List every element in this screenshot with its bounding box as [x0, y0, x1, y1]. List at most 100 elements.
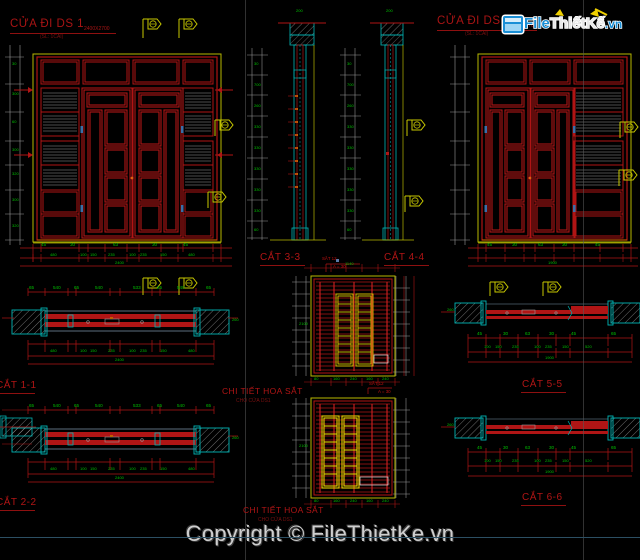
elevation-door-ds2 — [477, 53, 632, 244]
dim-cat66-b5: 235 — [545, 458, 552, 463]
label-detail-hoasat-2: CHI TIẾT HOA SẮT — [243, 505, 324, 515]
dim-cat22-b1: 480 — [50, 466, 57, 471]
dim-cat66-b1: 100 — [484, 458, 491, 463]
dim-cat55-t6: 65 — [611, 331, 617, 336]
dim-vert-c44-7: 330 — [347, 187, 354, 192]
dim-cat22-b6: 235 — [140, 466, 147, 471]
dim-cat22-total: 2400 — [115, 475, 124, 480]
dim-cat22-b2: 100 — [80, 466, 87, 471]
dim-detail2-b4: 160 — [366, 498, 373, 503]
dim-cat22-b3: 150 — [90, 466, 97, 471]
underline-cat11 — [0, 393, 35, 394]
dim-elev-right-1: 45 — [487, 242, 493, 247]
note-sat12-2-sub: A = 30 — [378, 389, 391, 394]
label-detail-hoasat-1: CHI TIẾT HOA SẮT — [222, 386, 303, 396]
dim-cat22-t7: 540 — [177, 403, 185, 408]
viewport-guide-left — [245, 0, 246, 560]
dim-cat22-t2: 540 — [53, 403, 61, 408]
dim-cat55-total: 1900 — [545, 355, 554, 360]
dim-vert-left-2: 300 — [12, 91, 19, 96]
dim-elev-left-5: 45 — [183, 242, 189, 247]
dim-cat11-t8: 65 — [206, 285, 212, 290]
dim-elev-left-3: 63 — [113, 242, 119, 247]
dim-cat55-b7: 520 — [585, 344, 592, 349]
viewport-guide-right — [583, 0, 584, 560]
dim-elev-left-vertical — [5, 45, 24, 245]
dim-cat66-b4: 100 — [534, 458, 541, 463]
section-cat55 — [441, 300, 640, 326]
underline-cat33 — [260, 265, 305, 266]
title-ds1-number: 1 — [77, 18, 84, 30]
copyright-watermark: Copyright © FileThietKe.vn — [185, 521, 455, 546]
logo-text-file: File — [523, 15, 550, 32]
dim-cat22-b5: 100 — [129, 466, 136, 471]
dim-cat11-t3: 65 — [74, 285, 80, 290]
dim-cat55-b4: 100 — [534, 344, 541, 349]
detail-hoasat-2 — [310, 387, 396, 499]
dim-cat66-b3: 235 — [512, 458, 519, 463]
logo-text-thiet: Thiết — [549, 15, 586, 32]
dim-vert-left-7: 320 — [12, 223, 19, 228]
dim-cat66-b6: 150 — [562, 458, 569, 463]
dim-cat66-t5: 45 — [571, 445, 577, 450]
logo-text-ke: Kế — [585, 15, 606, 32]
dim-elev-left-1: 45 — [41, 242, 47, 247]
dim-cat11-b6: 235 — [140, 348, 147, 353]
dim-cat55-t4: 30 — [549, 331, 555, 336]
dim-cat11-t5: 533 — [133, 285, 141, 290]
dim-sec66-h: 260 — [447, 422, 454, 427]
title-door-ds1: CỬA ĐI DS 12400X2700 — [10, 18, 110, 32]
cad-canvas[interactable]: CỬA ĐI DS 12400X2700 (SL: 1CÁI) CỬA ĐI D… — [0, 0, 640, 560]
dim-detail1-b4: 160 — [366, 376, 373, 381]
note-sat12-2: SẮT 12 — [369, 381, 384, 386]
label-cat66: CẮT 6-6 — [522, 492, 563, 503]
dim-elev-left-2: 30 — [70, 242, 76, 247]
dim-elev-right-2: 30 — [512, 242, 518, 247]
section-cat11 — [2, 307, 238, 337]
dim-detail1-b1: 80 — [314, 376, 319, 381]
title-ds2-name: CỬA ĐI DS — [437, 15, 501, 27]
dim-cat11-b4: 235 — [108, 348, 115, 353]
dim-elev-leftb-3: 150 — [90, 252, 97, 257]
dim-cat11-b2: 100 — [80, 348, 87, 353]
dim-cat11-t7: 540 — [177, 285, 185, 290]
dim-cat11-b5: 100 — [129, 348, 136, 353]
dim-vert-c44-4: 330 — [347, 124, 354, 129]
dim-detail1-total: 1140 — [345, 261, 354, 266]
dim-elev-left-total: 2400 — [115, 260, 124, 265]
dim-elev-leftb-7: 150 — [160, 252, 167, 257]
dim-elev-right-3: 63 — [538, 242, 544, 247]
dim-detail1-h: 2100 — [299, 321, 308, 326]
dim-cat66-b2: 150 — [495, 458, 502, 463]
sublabel-detail-hoasat-1: CHO CỬA DS1 — [236, 398, 271, 404]
dim-cat66-total: 1900 — [545, 469, 554, 474]
title-ds1-name: CỬA ĐI DS — [10, 18, 74, 30]
dim-detail1-b5: 240 — [382, 376, 389, 381]
dim-elev-right-5: 45 — [595, 242, 601, 247]
dim-cat55-b5: 235 — [545, 344, 552, 349]
dim-vert-c33-7: 330 — [254, 187, 261, 192]
label-cat33: CẮT 3-3 — [260, 252, 301, 263]
dim-vert-c44-6: 330 — [347, 166, 354, 171]
dim-vert-left-3: 60 — [12, 119, 17, 124]
dim-vert-c33-4: 330 — [254, 124, 261, 129]
dim-detail2-h: 2100 — [299, 443, 308, 448]
dim-cat11-total: 2400 — [115, 357, 124, 362]
dim-vert-left-4: 300 — [12, 147, 19, 152]
dim-elev-leftb-4: 235 — [108, 252, 115, 257]
dim-vert-c44-1: 30 — [347, 61, 352, 66]
dim-cat11-t4: 540 — [95, 285, 103, 290]
dim-vert-c44-3: 260 — [347, 103, 354, 108]
dim-vert-left-6: 300 — [12, 197, 19, 202]
dim-vert-c33-5: 330 — [254, 145, 261, 150]
dim-cat11-b7: 150 — [160, 348, 167, 353]
dim-cat11-t2: 540 — [53, 285, 61, 290]
logo-text-vn: .vn — [604, 16, 623, 31]
dim-elev-leftb-2: 100 — [80, 252, 87, 257]
dim-vert-c44-5: 330 — [347, 145, 354, 150]
dim-vert-left-5: 320 — [12, 171, 19, 176]
section-cat66 — [441, 415, 640, 441]
cad-drawing-vectors — [0, 18, 640, 508]
dim-vert-c33-3: 260 — [254, 103, 261, 108]
dim-col33-head: 200 — [296, 8, 303, 13]
